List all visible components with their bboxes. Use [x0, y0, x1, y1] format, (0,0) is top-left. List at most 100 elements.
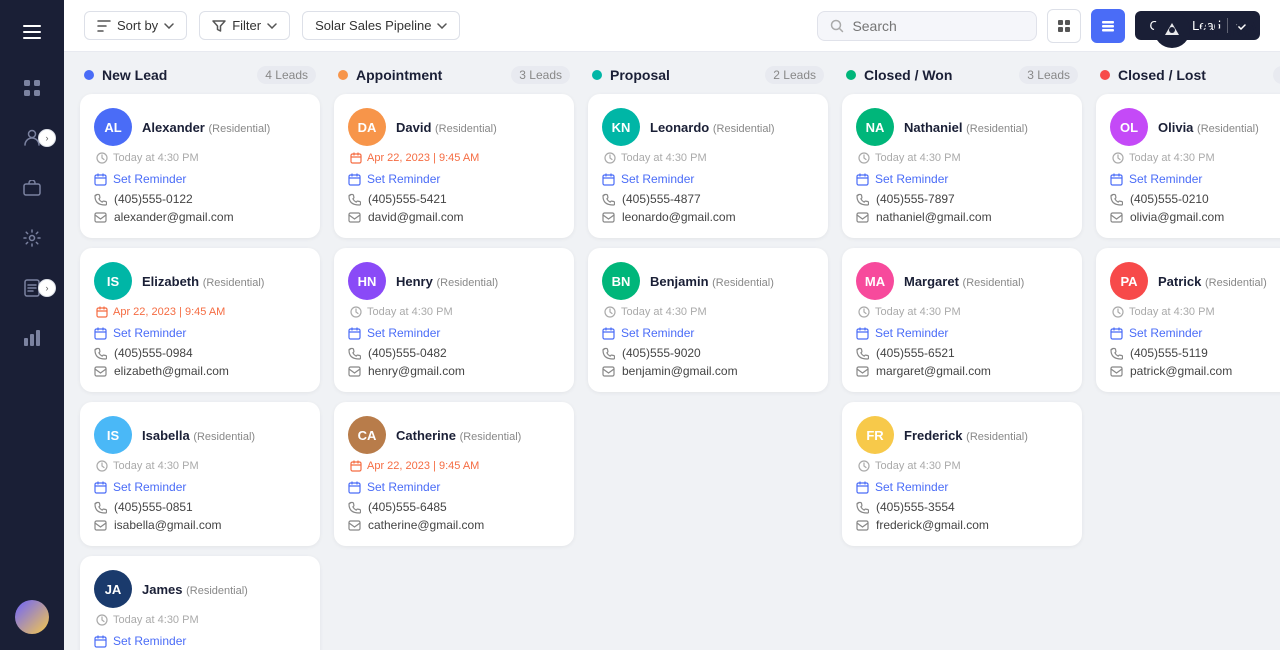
set-reminder-label: Set Reminder: [367, 172, 440, 186]
set-reminder-button[interactable]: Set Reminder: [348, 480, 560, 494]
card-header-james: JA James (Residential): [94, 570, 306, 608]
col-title: Proposal: [610, 67, 670, 83]
set-reminder-button[interactable]: Set Reminder: [856, 172, 1068, 186]
sidebar-doc-expand[interactable]: ›: [38, 279, 56, 297]
filter-label: Filter: [232, 18, 261, 33]
card-time: Today at 4:30 PM: [602, 306, 814, 318]
avatar-benjamin: BN: [602, 262, 640, 300]
sort-button[interactable]: Sort by: [84, 11, 187, 40]
search-input[interactable]: [852, 18, 1012, 34]
logo-icon: [1154, 12, 1190, 48]
sidebar-leads-expand[interactable]: ›: [38, 129, 56, 147]
set-reminder-button[interactable]: Set Reminder: [602, 172, 814, 186]
card-time: Today at 4:30 PM: [1110, 152, 1280, 164]
phone-number: (405)555-0482: [368, 346, 447, 360]
calendar-icon: [94, 173, 107, 186]
email-icon: [602, 212, 615, 223]
sidebar-analytics-icon[interactable]: [16, 322, 48, 354]
card-type: (Residential): [460, 431, 522, 443]
card-actions: Set Reminder: [94, 172, 306, 186]
col-title: New Lead: [102, 67, 167, 83]
card-leonardo: KN Leonardo (Residential) Today at 4:30 …: [588, 94, 828, 238]
email-icon: [348, 520, 361, 531]
card-actions: Set Reminder: [348, 480, 560, 494]
card-benjamin: BN Benjamin (Residential) Today at 4:30 …: [588, 248, 828, 392]
email-address: olivia@gmail.com: [1130, 210, 1224, 224]
card-name: Frederick (Residential): [904, 428, 1028, 443]
sidebar-briefcase-icon[interactable]: [16, 172, 48, 204]
sidebar-settings-icon[interactable]: [16, 222, 48, 254]
avatar-olivia: OL: [1110, 108, 1148, 146]
email-address: elizabeth@gmail.com: [114, 364, 229, 378]
set-reminder-label: Set Reminder: [113, 172, 186, 186]
avatar-nathaniel: NA: [856, 108, 894, 146]
col-count: 2 Leads: [1273, 66, 1280, 84]
calendar-icon: [94, 327, 107, 340]
phone-icon: [856, 193, 869, 206]
list-view-button[interactable]: [1091, 9, 1125, 43]
phone-icon: [856, 347, 869, 360]
card-isabella: IS Isabella (Residential) Today at 4:30 …: [80, 402, 320, 546]
sidebar-dashboard-icon[interactable]: [16, 72, 48, 104]
card-time: Today at 4:30 PM: [856, 152, 1068, 164]
card-name: Patrick (Residential): [1158, 274, 1267, 289]
card-name-wrap: Patrick (Residential): [1158, 274, 1267, 289]
calendar-icon: [348, 327, 361, 340]
card-name-wrap: Leonardo (Residential): [650, 120, 775, 135]
card-name: James (Residential): [142, 582, 248, 597]
set-reminder-button[interactable]: Set Reminder: [856, 480, 1068, 494]
set-reminder-button[interactable]: Set Reminder: [348, 326, 560, 340]
card-actions: Set Reminder: [602, 326, 814, 340]
set-reminder-button[interactable]: Set Reminder: [94, 480, 306, 494]
card-actions: Set Reminder: [602, 172, 814, 186]
phone-icon: [94, 501, 107, 514]
card-header-benjamin: BN Benjamin (Residential): [602, 262, 814, 300]
main-content: Sort by Filter Solar Sales Pipeline: [64, 0, 1280, 650]
card-phone: (405)555-4877: [602, 192, 814, 206]
search-icon: [830, 19, 844, 33]
email-icon: [94, 212, 107, 223]
col-dot: [846, 70, 856, 80]
avatar-margaret: MA: [856, 262, 894, 300]
sidebar-menu-icon[interactable]: [16, 16, 48, 48]
set-reminder-button[interactable]: Set Reminder: [94, 326, 306, 340]
grid-view-button[interactable]: [1047, 9, 1081, 43]
set-reminder-label: Set Reminder: [875, 172, 948, 186]
card-time: Today at 4:30 PM: [856, 306, 1068, 318]
card-type: (Residential): [963, 277, 1025, 289]
set-reminder-button[interactable]: Set Reminder: [94, 172, 306, 186]
set-reminder-label: Set Reminder: [1129, 172, 1202, 186]
col-title-wrap: Appointment: [338, 67, 442, 83]
set-reminder-button[interactable]: Set Reminder: [1110, 172, 1280, 186]
card-name: Nathaniel (Residential): [904, 120, 1028, 135]
col-dot: [84, 70, 94, 80]
set-reminder-button[interactable]: Set Reminder: [602, 326, 814, 340]
card-header-frederick: FR Frederick (Residential): [856, 416, 1068, 454]
user-avatar[interactable]: [15, 600, 49, 634]
card-phone: (405)555-5119: [1110, 346, 1280, 360]
avatar-patrick: PA: [1110, 262, 1148, 300]
card-catherine: CA Catherine (Residential) Apr 22, 2023 …: [334, 402, 574, 546]
card-frederick: FR Frederick (Residential) Today at 4:30…: [842, 402, 1082, 546]
email-address: leonardo@gmail.com: [622, 210, 736, 224]
filter-button[interactable]: Filter: [199, 11, 290, 40]
set-reminder-button[interactable]: Set Reminder: [1110, 326, 1280, 340]
card-email: patrick@gmail.com: [1110, 364, 1280, 378]
set-reminder-button[interactable]: Set Reminder: [94, 634, 306, 648]
card-name: Benjamin (Residential): [650, 274, 774, 289]
set-reminder-label: Set Reminder: [621, 326, 694, 340]
card-phone: (405)555-0122: [94, 192, 306, 206]
set-reminder-button[interactable]: Set Reminder: [348, 172, 560, 186]
avatar-david: DA: [348, 108, 386, 146]
search-wrapper: [817, 11, 1037, 41]
sidebar-leads-group: ›: [16, 122, 48, 154]
col-title: Closed / Won: [864, 67, 952, 83]
col-dot: [592, 70, 602, 80]
pipeline-button[interactable]: Solar Sales Pipeline: [302, 11, 460, 40]
set-reminder-button[interactable]: Set Reminder: [856, 326, 1068, 340]
col-dot: [1100, 70, 1110, 80]
phone-number: (405)555-4877: [622, 192, 701, 206]
email-address: alexander@gmail.com: [114, 210, 234, 224]
card-name-wrap: Margaret (Residential): [904, 274, 1024, 289]
card-actions: Set Reminder: [348, 326, 560, 340]
